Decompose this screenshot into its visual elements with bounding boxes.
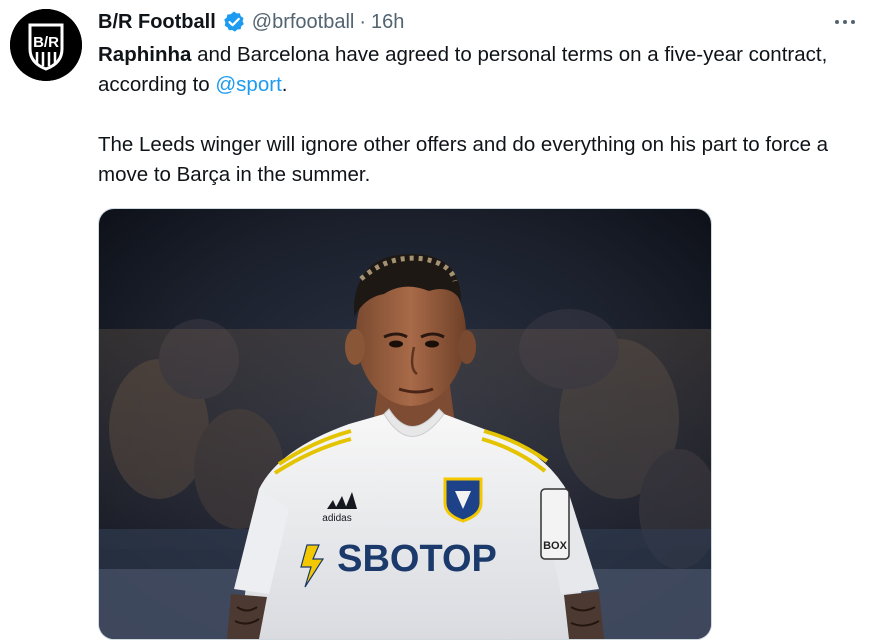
sleeve-text: BOX	[543, 540, 568, 552]
leeds-crest-icon	[443, 477, 483, 523]
separator-dot: ·	[359, 11, 367, 33]
paragraph-1-text-a: and Barcelona have agreed to personal te…	[98, 43, 828, 96]
tweet[interactable]: B/R B/R Football @brfootball · 16h Raphi…	[0, 0, 874, 640]
tweet-text: Raphinha and Barcelona have agreed to pe…	[98, 40, 858, 190]
avatar-logo-text: B/R	[33, 34, 59, 51]
tweet-header: B/R Football @brfootball · 16h	[98, 8, 834, 36]
display-name[interactable]: B/R Football	[98, 8, 216, 36]
timestamp[interactable]: 16h	[371, 8, 404, 36]
verified-badge-icon	[223, 11, 244, 32]
player-photo: BOX adidas SBOTOP	[99, 209, 711, 639]
tweet-paragraph-2: The Leeds winger will ignore other offer…	[98, 133, 829, 186]
bold-name: Raphinha	[98, 43, 192, 66]
paragraph-1-text-b: .	[281, 73, 288, 96]
more-options-icon[interactable]	[830, 10, 860, 34]
sponsor-text: SBOTOP	[337, 538, 497, 580]
tweet-media-photo[interactable]: BOX adidas SBOTOP	[98, 208, 712, 640]
kit-brand-text: adidas	[322, 513, 351, 524]
handle[interactable]: @brfootball	[252, 8, 355, 36]
br-logo-icon: B/R	[10, 9, 82, 81]
avatar[interactable]: B/R	[10, 9, 82, 81]
tweet-paragraph-1: Raphinha and Barcelona have agreed to pe…	[98, 40, 858, 100]
mention-link[interactable]: @sport	[215, 73, 281, 96]
